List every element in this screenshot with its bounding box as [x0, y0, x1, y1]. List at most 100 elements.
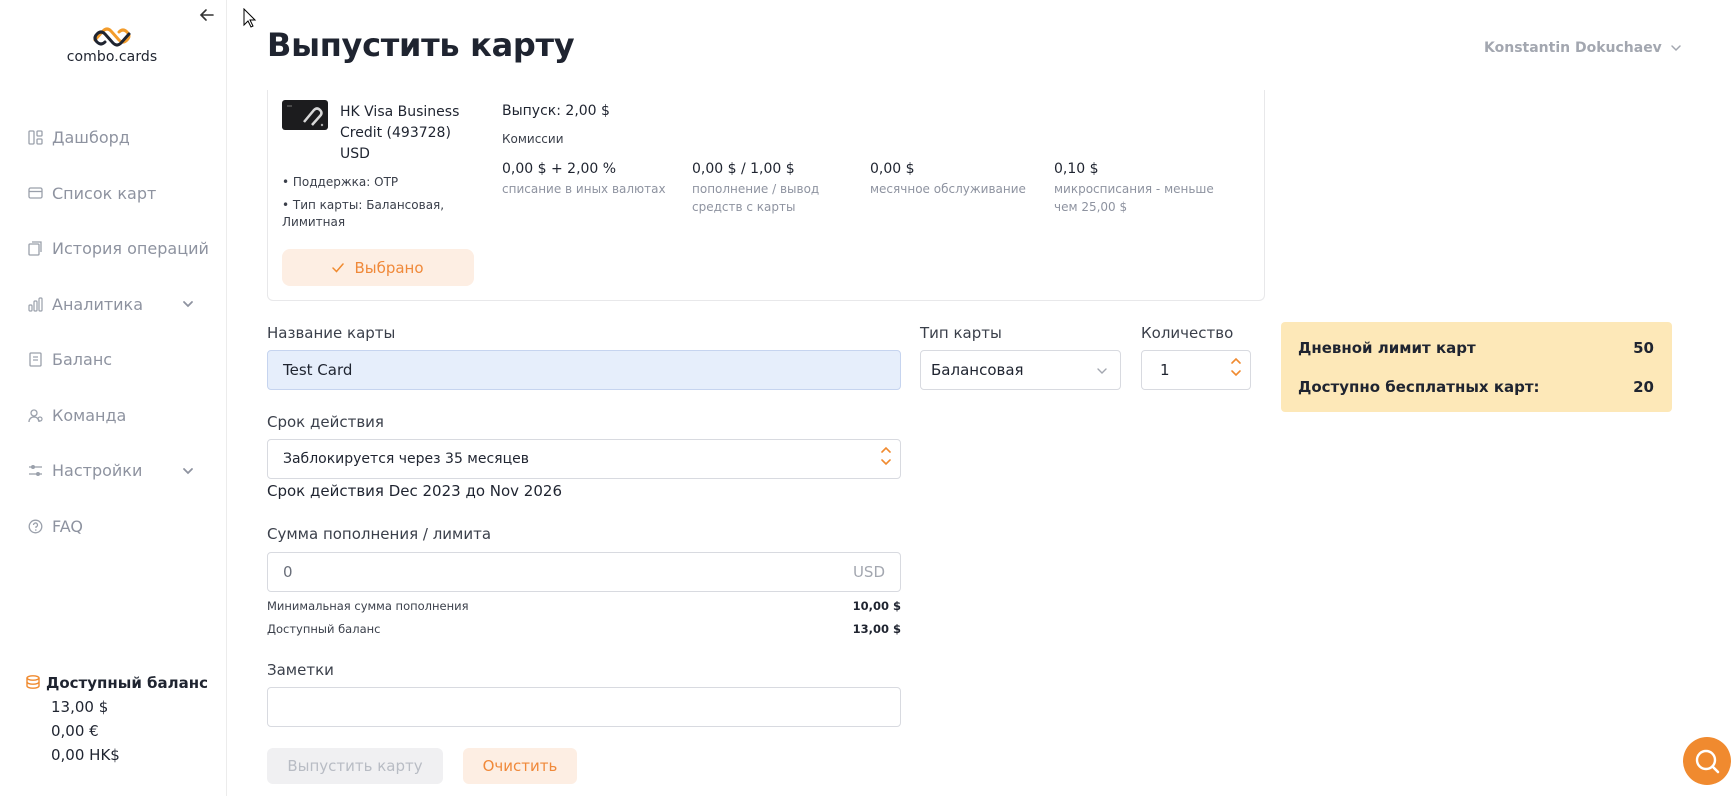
chart-icon: [27, 296, 44, 313]
card-feature: • Тип карты: Балансовая, Лимитная: [282, 198, 445, 229]
arrow-left-icon: [199, 9, 214, 21]
min-topup-value: 10,00 $: [852, 599, 901, 613]
quantity-spinner[interactable]: [1230, 356, 1242, 378]
fee-value: 0,10 $: [1054, 161, 1099, 177]
validity-range: Срок действия Dec 2023 до Nov 2026: [267, 482, 562, 500]
fee-foreign-currency: 0,00 $ + 2,00 % списание в иных валютах: [502, 161, 677, 198]
page-title: Выпустить карту: [267, 26, 575, 64]
chat-search-icon: [1695, 749, 1720, 774]
fee-description: микросписания - меньше чем 25,00 $: [1054, 182, 1214, 214]
selected-card-panel: HK Visa Business Credit (493728) USD • П…: [267, 90, 1265, 301]
help-icon: [27, 518, 44, 535]
sidebar-nav: Дашборд Список карт История операций Ана…: [0, 110, 226, 554]
sidebar-item-label: Аналитика: [52, 294, 144, 314]
sidebar-item-label: Баланс: [52, 350, 113, 370]
free-cards-label: Доступно бесплатных карт:: [1298, 378, 1540, 396]
fee-value: 0,00 $ + 2,00 %: [502, 161, 617, 177]
validity-spinner[interactable]: [880, 445, 892, 467]
selected-button[interactable]: Выбрано: [282, 249, 474, 286]
sidebar-item-analytics[interactable]: Аналитика: [0, 277, 226, 333]
fee-description: месячное обслуживание: [870, 182, 1026, 196]
logo-icon: [93, 27, 131, 47]
daily-limit-value: 50: [1633, 339, 1654, 357]
balance-title-text: Доступный баланс: [46, 674, 209, 692]
validity-value: Заблокируется через 35 месяцев: [283, 451, 529, 467]
notes-input[interactable]: [267, 687, 901, 727]
card-name-value: Test Card: [283, 361, 353, 379]
issue-price: Выпуск: 2,00 $: [502, 103, 610, 119]
balance-icon: [27, 351, 44, 368]
balance-title: Доступный баланс: [24, 674, 208, 692]
amount-value: 0: [283, 563, 293, 581]
chevron-up-icon[interactable]: [880, 445, 892, 455]
coins-icon: [26, 675, 40, 689]
logo-text: combo.cards: [66, 49, 158, 65]
dashboard-icon: [27, 129, 44, 146]
chevron-down-icon[interactable]: [1230, 368, 1242, 378]
collapse-sidebar-button[interactable]: [198, 6, 218, 26]
chevron-down-icon: [183, 301, 193, 308]
fee-monthly: 0,00 $ месячное обслуживание: [870, 161, 1045, 198]
sidebar-item-team[interactable]: Команда: [0, 388, 226, 444]
sidebar-item-balance[interactable]: Баланс: [0, 332, 226, 388]
card-icon: [27, 185, 44, 202]
logo[interactable]: combo.cards: [62, 26, 162, 65]
card-feature: • Поддержка: OTP: [282, 175, 399, 189]
sidebar-item-label: Команда: [52, 405, 127, 425]
available-balance-value: 13,00 $: [852, 622, 901, 636]
card-type-value: Балансовая: [931, 361, 1024, 379]
sidebar: combo.cards Дашборд Список карт История …: [0, 0, 227, 796]
card-image-icon: [287, 105, 324, 127]
card-name-input[interactable]: Test Card: [267, 350, 901, 390]
clear-button[interactable]: Очистить: [463, 748, 577, 784]
sidebar-item-label: Настройки: [52, 461, 143, 481]
commission-title: Комиссии: [502, 132, 564, 146]
chevron-down-icon: [183, 467, 193, 475]
selected-label: Выбрано: [354, 258, 424, 277]
quantity-stepper[interactable]: 1: [1141, 350, 1251, 390]
balance-usd: 13,00 $: [51, 698, 109, 716]
sidebar-item-label: Список карт: [52, 183, 157, 203]
sidebar-item-faq[interactable]: FAQ: [0, 499, 226, 555]
fee-value: 0,00 $ / 1,00 $: [692, 161, 795, 177]
validity-select[interactable]: Заблокируется через 35 месяцев: [267, 439, 901, 479]
quantity-label: Количество: [1141, 324, 1234, 342]
amount-label: Сумма пополнения / лимита: [267, 525, 492, 543]
available-balance-label: Доступный баланс: [267, 622, 381, 636]
sidebar-item-dashboard[interactable]: Дашборд: [0, 110, 226, 166]
team-icon: [27, 407, 44, 424]
daily-limit-label: Дневной лимит карт: [1298, 339, 1476, 357]
available-balance: Доступный баланс 13,00 $ 0,00 € 0,00 HK$: [24, 674, 208, 764]
card-thumbnail: [282, 100, 328, 130]
history-icon: [27, 240, 44, 257]
validity-label: Срок действия: [267, 413, 384, 431]
card-type-select[interactable]: Балансовая: [920, 350, 1121, 390]
card-name-label: Название карты: [267, 324, 396, 342]
balance-eur: 0,00 €: [51, 722, 99, 740]
daily-limit-row: Дневной лимит карт 50: [1298, 339, 1654, 357]
free-cards-row: Доступно бесплатных карт: 20: [1298, 378, 1654, 396]
card-features: • Поддержка: OTP • Тип карты: Балансовая…: [282, 174, 452, 237]
sidebar-item-label: Дашборд: [52, 128, 130, 148]
sidebar-item-cards[interactable]: Список карт: [0, 166, 226, 222]
support-chat-button[interactable]: [1683, 737, 1731, 785]
user-name: Konstantin Dokuchaev: [1484, 40, 1662, 56]
chevron-up-icon[interactable]: [1230, 356, 1242, 366]
free-cards-value: 20: [1633, 378, 1654, 396]
sidebar-item-history[interactable]: История операций: [0, 221, 226, 277]
card-limits-box: Дневной лимит карт 50 Доступно бесплатны…: [1281, 322, 1672, 412]
chevron-down-icon[interactable]: [880, 457, 892, 467]
quantity-value: 1: [1160, 361, 1170, 379]
fee-description: списание в иных валютах: [502, 182, 666, 196]
sidebar-item-label: FAQ: [52, 516, 83, 536]
card-type-label: Тип карты: [920, 324, 1002, 342]
user-menu[interactable]: Konstantin Dokuchaev: [1484, 40, 1682, 56]
sidebar-item-settings[interactable]: Настройки: [0, 443, 226, 499]
issue-card-button[interactable]: Выпустить карту: [267, 748, 443, 784]
amount-input[interactable]: 0 USD: [267, 552, 901, 592]
notes-label: Заметки: [267, 661, 334, 679]
min-topup-label: Минимальная сумма пополнения: [267, 599, 469, 613]
fee-micro: 0,10 $ микросписания - меньше чем 25,00 …: [1054, 161, 1229, 216]
chevron-down-icon: [1671, 45, 1681, 52]
fee-description: пополнение / вывод средств с карты: [692, 182, 820, 214]
